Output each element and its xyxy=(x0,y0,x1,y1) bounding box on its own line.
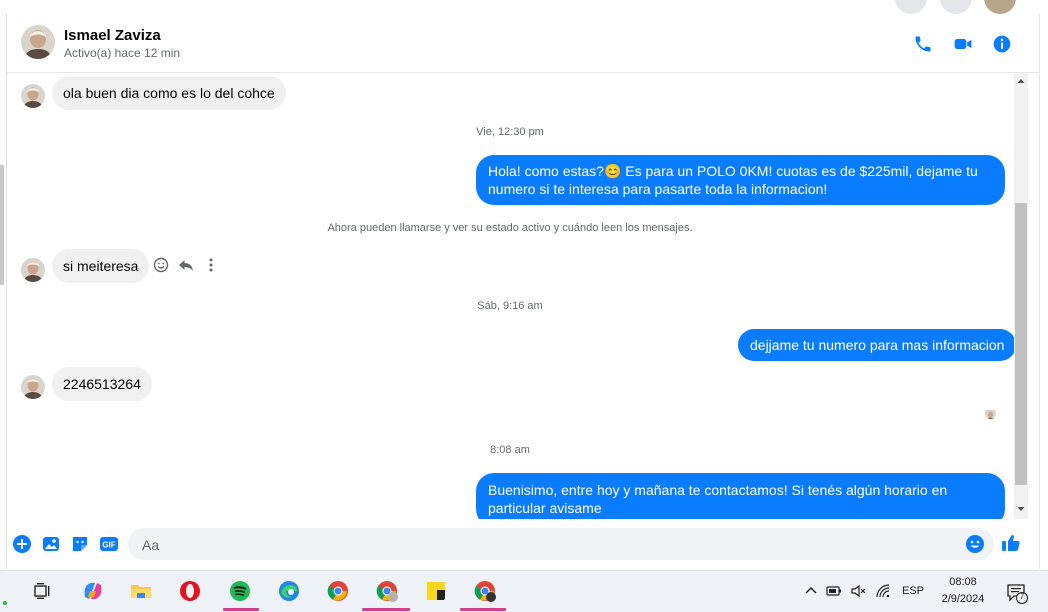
file-explorer-icon[interactable] xyxy=(127,577,155,605)
timestamp-divider: Vie, 12:30 pm xyxy=(476,126,544,138)
sender-avatar[interactable] xyxy=(21,375,45,399)
outgoing-message[interactable]: dejjame tu numero para mas informacion xyxy=(738,329,1014,361)
task-view-icon[interactable] xyxy=(28,577,56,605)
copilot-icon[interactable] xyxy=(79,577,107,605)
scroll-down-icon[interactable] xyxy=(1014,502,1028,514)
more-options-icon[interactable] xyxy=(203,257,219,273)
top-strip xyxy=(0,0,1048,14)
gif-icon[interactable]: GIF xyxy=(99,534,119,554)
add-icon[interactable] xyxy=(12,534,32,554)
right-divider xyxy=(1039,14,1040,569)
seen-receipt-avatar xyxy=(985,408,996,419)
info-icon[interactable] xyxy=(992,34,1012,54)
battery-icon[interactable] xyxy=(826,583,842,599)
like-icon[interactable] xyxy=(1001,533,1021,553)
windows-taskbar: ESP 08:08 2/9/2024 7 xyxy=(0,570,1048,612)
top-button-2[interactable] xyxy=(940,0,972,14)
left-scroll-indicator xyxy=(0,165,4,285)
edge-icon[interactable] xyxy=(275,577,303,605)
sticker-icon[interactable] xyxy=(70,534,90,554)
sender-avatar[interactable] xyxy=(21,84,45,108)
chrome-profile-2-icon[interactable] xyxy=(471,577,499,605)
conversation-header: Ismael Zaviza Activo(a) hace 12 min xyxy=(7,14,1039,73)
scrollbar-thumb[interactable] xyxy=(1015,203,1027,485)
timestamp-divider: 8:08 am xyxy=(490,444,530,456)
phone-call-icon[interactable] xyxy=(913,34,933,54)
volume-muted-icon[interactable] xyxy=(850,583,866,599)
incoming-message[interactable]: si meiteresa xyxy=(52,249,150,283)
react-emoji-icon[interactable] xyxy=(153,257,169,273)
message-input-box[interactable] xyxy=(128,528,994,562)
language-indicator[interactable]: ESP xyxy=(902,585,924,597)
chrome-icon[interactable] xyxy=(324,577,352,605)
spotify-icon[interactable] xyxy=(226,577,254,605)
wifi-icon[interactable] xyxy=(875,583,891,599)
scroll-up-icon[interactable] xyxy=(1014,74,1028,86)
chevron-up-icon[interactable] xyxy=(803,583,819,599)
message-composer: GIF xyxy=(7,520,1039,568)
reply-icon[interactable] xyxy=(178,257,194,273)
outgoing-message[interactable]: Hola! como estas?😊 Es para un POLO 0KM! … xyxy=(476,155,1005,205)
clock-date[interactable]: 2/9/2024 xyxy=(935,593,991,605)
message-thread[interactable]: ola buen dia como es lo del cohce Vie, 1… xyxy=(7,73,1014,519)
incoming-message[interactable]: ola buen dia como es lo del cohce xyxy=(52,76,286,110)
top-button-1[interactable] xyxy=(895,0,927,14)
opera-icon[interactable] xyxy=(176,577,204,605)
profile-avatar-top[interactable] xyxy=(984,0,1016,14)
video-call-icon[interactable] xyxy=(953,34,973,54)
outgoing-message[interactable]: Buenisimo, entre hoy y mañana te contact… xyxy=(476,473,1005,519)
message-input[interactable] xyxy=(140,528,954,562)
gif-label: GIF xyxy=(102,541,115,550)
status-dot xyxy=(3,601,7,605)
notification-count: 7 xyxy=(1019,592,1025,601)
notification-center-icon[interactable]: 7 xyxy=(1006,582,1028,604)
clock-time[interactable]: 08:08 xyxy=(945,576,981,588)
emoji-icon[interactable] xyxy=(965,534,985,554)
photo-icon[interactable] xyxy=(41,534,61,554)
timestamp-divider: Sáb, 9:16 am xyxy=(477,300,543,312)
sticky-notes-icon[interactable] xyxy=(422,577,450,605)
contact-avatar[interactable] xyxy=(21,25,55,59)
system-notice: Ahora pueden llamarse y ver su estado ac… xyxy=(327,222,693,234)
chrome-profile-icon[interactable] xyxy=(373,577,401,605)
contact-name[interactable]: Ismael Zaviza xyxy=(64,27,161,44)
contact-status: Activo(a) hace 12 min xyxy=(64,46,181,60)
sender-avatar[interactable] xyxy=(21,258,45,282)
incoming-message[interactable]: 2246513264 xyxy=(52,367,152,401)
